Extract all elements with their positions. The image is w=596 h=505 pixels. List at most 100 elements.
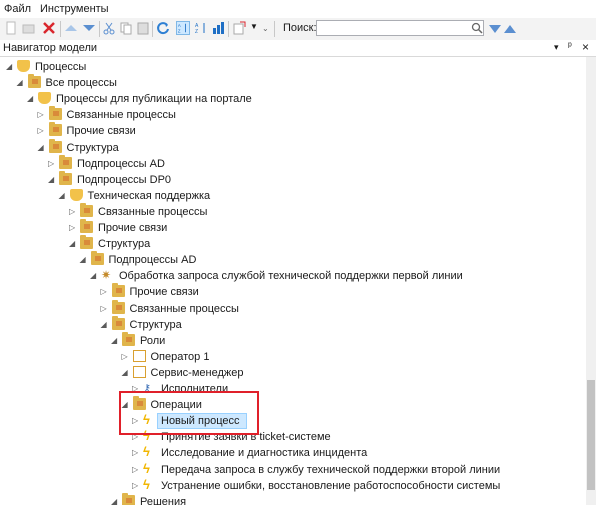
expand-icon[interactable]: ▷ [132, 465, 140, 474]
tree-row[interactable]: ◢ Сервис-менеджер [0, 365, 586, 381]
panel-title: Навигатор модели [3, 42, 98, 54]
tree-row[interactable]: ▷ Прочие связи [0, 283, 586, 300]
menu-file[interactable]: Файл [4, 3, 31, 15]
tree-row[interactable]: ◢ Роли [0, 331, 586, 349]
scrollbar-thumb[interactable] [587, 380, 595, 490]
collapse-icon[interactable]: ◢ [111, 336, 119, 345]
collapse-icon[interactable]: ◢ [48, 175, 56, 184]
tree-row[interactable]: ◢ Подпроцессы AD [0, 251, 586, 268]
paste-icon[interactable] [136, 21, 150, 35]
tree-row[interactable]: ◢ Подпроцессы DP0 [0, 170, 586, 188]
move-down-icon[interactable] [82, 21, 96, 35]
expand-icon[interactable]: ▷ [101, 304, 109, 313]
export-icon[interactable] [232, 21, 246, 35]
collapse-icon[interactable]: ◢ [80, 255, 88, 264]
expand-icon[interactable]: ▷ [101, 287, 109, 296]
cut-icon[interactable] [102, 21, 116, 35]
close-panel-icon[interactable]: × [582, 40, 589, 54]
tree-item-label: Прочие связи [98, 222, 168, 234]
toolbar-separator [152, 21, 153, 37]
expand-icon[interactable]: ▷ [132, 481, 140, 490]
menu-bar: Файл Инструменты [0, 0, 596, 18]
tree-row[interactable]: ◢ Все процессы [0, 74, 586, 91]
svg-text:Z: Z [178, 28, 181, 33]
tree-row[interactable]: ◢ Техническая поддержка [0, 188, 586, 204]
tree-row[interactable]: ▷ Прочие связи [0, 122, 586, 139]
collapse-icon[interactable]: ◢ [6, 62, 14, 71]
tree-row[interactable]: ▷ ϟ Исследование и диагностика инцидента [0, 445, 586, 461]
toolbar-separator [228, 21, 229, 37]
tree-row[interactable]: ▷ ⚷ Исполнители [0, 381, 586, 397]
tree-row[interactable]: ▷ ϟ Новый процесс [0, 413, 586, 430]
collapse-icon[interactable]: ◢ [38, 143, 46, 152]
search-next-icon[interactable] [488, 22, 502, 36]
collapse-icon[interactable]: ◢ [17, 78, 25, 87]
folder-icon [59, 154, 72, 169]
expand-icon[interactable]: ▷ [48, 159, 56, 168]
toolbar-separator [274, 21, 275, 37]
collapse-icon[interactable]: ◢ [27, 94, 35, 103]
refresh-icon[interactable] [156, 21, 170, 35]
tree-row[interactable]: ▷ ϟ Принятие заявки в ticket-системе [0, 429, 586, 445]
tree-item-label: Техническая поддержка [87, 189, 211, 202]
export-dropdown-icon[interactable]: ▼ [250, 22, 258, 31]
search-input[interactable] [316, 20, 484, 36]
collapse-icon[interactable]: ◢ [122, 368, 130, 377]
expand-icon[interactable]: ▷ [38, 110, 46, 119]
folder-icon [48, 122, 62, 137]
tree-row[interactable]: ▷ Связанные процессы [0, 202, 586, 220]
sort-za-icon[interactable]: AZ [194, 21, 208, 35]
tree-item-label: Оператор 1 [150, 350, 210, 363]
tree-row[interactable]: ▷ Прочие связи [0, 219, 586, 236]
tree-item-label: Структура [66, 141, 119, 154]
menu-tools[interactable]: Инструменты [40, 3, 109, 15]
copy-icon[interactable] [119, 21, 133, 35]
collapse-icon[interactable]: ◢ [59, 191, 67, 200]
tree-row[interactable]: ▷ Связанные процессы [0, 299, 586, 317]
tree-row[interactable]: ▷ ϟ Передача запроса в службу технической … [0, 462, 586, 478]
tree-item-label: Сервис-менеджер [150, 366, 244, 379]
expand-icon[interactable]: ▷ [69, 207, 77, 216]
tree-item-label: Роли [140, 334, 166, 347]
sort-type-icon[interactable] [211, 21, 225, 35]
tree-row[interactable]: ◢ Операции [0, 396, 586, 413]
move-up-icon[interactable] [64, 21, 78, 35]
tree-item-label: Передача запроса в службу технической по… [161, 463, 501, 476]
tree-row[interactable]: ◢ Процессы для публикации на портале [0, 91, 586, 107]
tree-row[interactable]: ◢ Структура [0, 235, 586, 252]
tree-row[interactable]: ◢ ✷ Обработка запроса службой технической … [0, 268, 586, 284]
tree-row[interactable]: ▷ Связанные процессы [0, 106, 586, 123]
collapse-icon[interactable]: ◢ [101, 320, 109, 329]
svg-text:A: A [178, 23, 181, 28]
folder-icon [111, 299, 125, 314]
tree-row[interactable]: ◢ Процессы [0, 59, 586, 75]
tree-row[interactable]: ◢ Структура [0, 315, 586, 333]
tree-item-label: Связанные процессы [129, 302, 239, 315]
tree-row[interactable]: ▷ Подпроцессы AD [0, 154, 586, 172]
expand-icon[interactable]: ▷ [132, 448, 140, 457]
collapse-icon[interactable]: ◢ [69, 239, 77, 248]
tree-item-label: Решения [140, 495, 187, 505]
navigator-panel-header: Навигатор модели ▾ ᵖ × [0, 40, 596, 57]
pin-icon[interactable]: ᵖ [568, 41, 572, 52]
expand-icon[interactable]: ▷ [122, 352, 130, 361]
folder-icon [122, 331, 135, 346]
expand-icon[interactable]: ▷ [38, 126, 46, 135]
tree-item-label: Подпроцессы DP0 [77, 173, 172, 186]
search-icon[interactable] [471, 22, 483, 34]
tree-row[interactable]: ▷ Оператор 1 [0, 349, 586, 365]
tree-row[interactable]: ◢ Решения [0, 492, 586, 505]
search-prev-icon[interactable] [503, 22, 517, 36]
svg-text:Z: Z [195, 29, 198, 35]
tree-row[interactable]: ◢ Структура [0, 138, 586, 156]
sort-az-icon[interactable]: AZ [176, 21, 190, 35]
toolbar-overflow-icon[interactable]: ⌄ [262, 24, 269, 33]
collapse-icon[interactable]: ◢ [90, 271, 98, 280]
panel-menu-icon[interactable]: ▾ [554, 42, 559, 53]
delete-icon[interactable] [42, 21, 56, 35]
expand-icon[interactable]: ▷ [69, 223, 77, 232]
collapse-icon[interactable]: ◢ [111, 497, 119, 505]
new-icon[interactable] [4, 21, 18, 35]
open-icon[interactable] [22, 21, 36, 35]
tree-row[interactable]: ▷ ϟ Устранение ошибки, восстановление рабо… [0, 478, 586, 494]
